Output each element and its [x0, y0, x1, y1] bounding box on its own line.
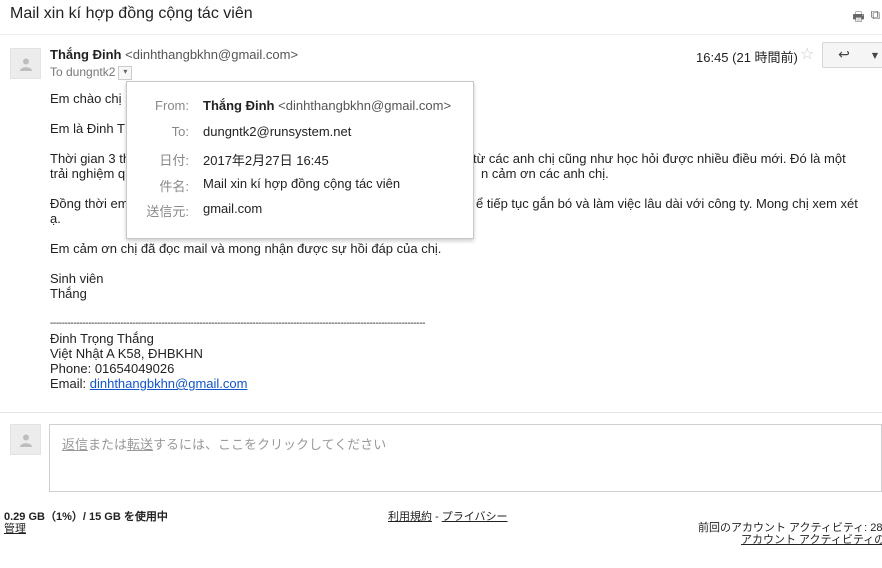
- divider: [0, 412, 882, 413]
- reply-prompt-text: するには、ここをクリックしてください: [153, 437, 387, 452]
- body-line: Em là Đinh T: [50, 121, 125, 136]
- reply-prompt-text: または: [88, 437, 128, 452]
- subject-label: 件名:: [159, 179, 189, 194]
- from-label: From:: [155, 98, 189, 113]
- signature-email-line: Email: dinhthangbkhn@gmail.com: [50, 376, 247, 391]
- body-line: Đồng thời em: [50, 196, 129, 211]
- body-line: Em cảm ơn chị đã đọc mail và mong nhận đ…: [50, 241, 442, 256]
- body-line: từ các anh chị cũng như học hỏi được nhi…: [473, 151, 846, 166]
- top-toolbar: 🖶 ⧉: [852, 8, 880, 30]
- to-value: dungntk2@runsystem.net: [203, 124, 352, 139]
- message-time: 16:45 (21 時間前): [696, 50, 798, 65]
- from-value: Thắng Đinh <dinhthangbkhn@gmail.com>: [203, 98, 451, 113]
- subject-value: Mail xin kí hợp đồng cộng tác viên: [203, 176, 401, 191]
- sender-line: Thắng Đinh <dinhthangbkhn@gmail.com>: [50, 47, 298, 62]
- reply-button[interactable]: ↩: [822, 42, 866, 68]
- email-label: Email:: [50, 376, 90, 391]
- recipient-line: To dungntk2 ▾: [50, 65, 133, 80]
- date-label: 日付:: [159, 153, 189, 168]
- signature-email-link[interactable]: dinhthangbkhn@gmail.com: [90, 376, 248, 391]
- reply-link[interactable]: 返信: [62, 437, 88, 452]
- divider: [0, 34, 882, 35]
- sender-avatar: [10, 48, 41, 79]
- chevron-down-icon: ▼: [871, 50, 879, 60]
- signature-line: Đinh Trọng Thắng: [50, 331, 154, 346]
- mailed-by-value: gmail.com: [203, 201, 263, 216]
- body-line: n cảm ơn các anh chị.: [481, 166, 609, 181]
- person-icon: [19, 434, 32, 447]
- body-line: Em chào chị: [50, 91, 122, 106]
- print-icon[interactable]: 🖶: [852, 8, 864, 30]
- more-actions-button[interactable]: ▼: [864, 42, 882, 68]
- footer-separator: -: [432, 511, 442, 523]
- new-window-icon[interactable]: ⧉: [871, 8, 880, 30]
- signature-line: Việt Nhật A K58, ĐHBKHN: [50, 346, 203, 361]
- body-line: trải nghiệm q: [50, 166, 126, 181]
- quick-reply-box[interactable]: 返信または転送するには、ここをクリックしてください: [49, 424, 882, 492]
- mailed-by-label: 送信元:: [146, 204, 189, 219]
- email-subject: Mail xin kí hợp đồng cộng tác viên: [10, 5, 253, 22]
- to-label: To:: [171, 124, 189, 139]
- details-row-mailed-by: 送信元: gmail.com: [127, 201, 473, 219]
- terms-link[interactable]: 利用規約: [388, 511, 432, 523]
- sender-email: <dinhthangbkhn@gmail.com>: [125, 47, 299, 62]
- details-row-to: To: dungntk2@runsystem.net: [127, 124, 473, 140]
- signature-line: Phone: 01654049026: [50, 361, 175, 376]
- activity-details-link[interactable]: アカウント アクティビティの詳細: [741, 531, 882, 547]
- privacy-link[interactable]: プライバシー: [442, 511, 508, 523]
- quick-reply-prompt: 返信または転送するには、ここをクリックしてください: [62, 434, 386, 453]
- star-icon[interactable]: ☆: [800, 44, 814, 63]
- body-line: ể tiếp tục gắn bó và làm việc lâu dài vớ…: [476, 196, 858, 211]
- user-avatar: [10, 424, 41, 455]
- details-row-from: From: Thắng Đinh <dinhthangbkhn@gmail.co…: [127, 98, 473, 114]
- date-value: 2017年2月27日 16:45: [203, 153, 329, 168]
- body-line: ạ.: [50, 211, 61, 226]
- signature-line: Sinh viên: [50, 271, 104, 286]
- message-details-popup: From: Thắng Đinh <dinhthangbkhn@gmail.co…: [126, 81, 474, 239]
- show-details-chevron-icon[interactable]: ▾: [118, 65, 133, 80]
- storage-usage: 0.29 GB（1%）/ 15 GB を使用中: [4, 511, 168, 523]
- details-row-subject: 件名: Mail xin kí hợp đồng cộng tác viên: [127, 176, 473, 194]
- sender-name[interactable]: Thắng Đinh: [50, 47, 122, 62]
- reply-icon: ↩: [838, 47, 850, 63]
- forward-link[interactable]: 転送: [127, 437, 153, 452]
- signature-divider: ----------------------------------------…: [50, 318, 426, 329]
- recipient-text: To dungntk2: [50, 65, 116, 79]
- from-email: <dinhthangbkhn@gmail.com>: [278, 98, 452, 113]
- from-name: Thắng Đinh: [203, 98, 275, 113]
- footer-links: 利用規約 - プライバシー: [388, 508, 508, 524]
- manage-storage-link[interactable]: 管理: [4, 520, 26, 536]
- signature-line: Thắng: [50, 286, 87, 301]
- body-line: Thời gian 3 th: [50, 151, 131, 166]
- details-row-date: 日付: 2017年2月27日 16:45: [127, 150, 473, 168]
- person-icon: [19, 58, 32, 71]
